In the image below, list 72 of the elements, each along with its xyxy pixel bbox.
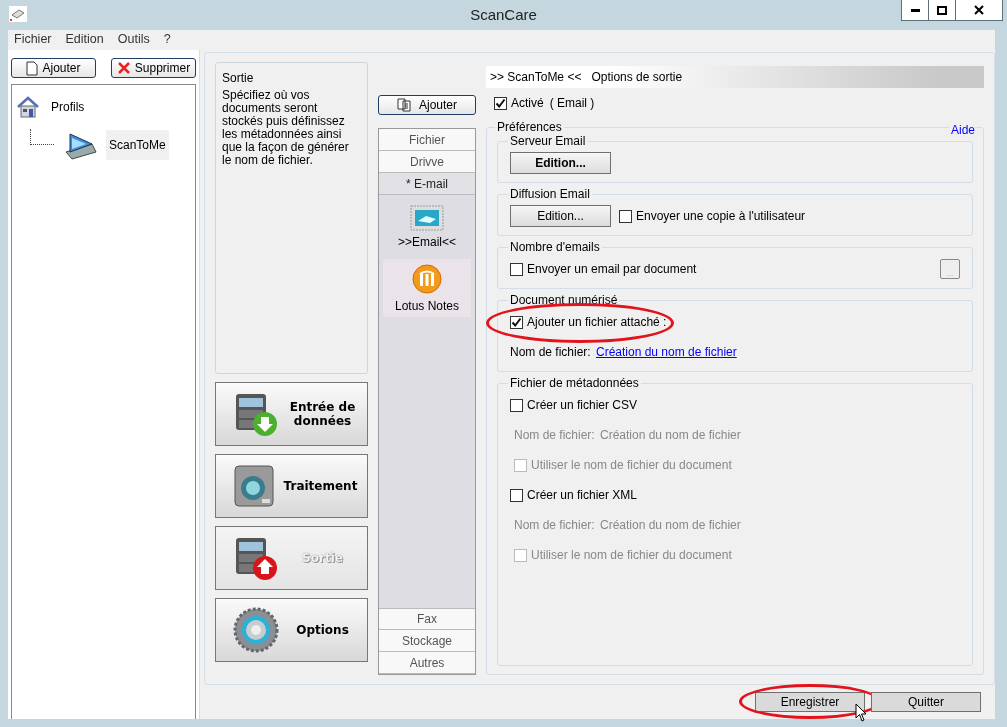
description-title: Sortie	[222, 71, 255, 85]
tab[interactable]: * E-mail	[379, 173, 475, 195]
checkbox-text: Créer un fichier XML	[527, 488, 638, 502]
group-title: Serveur Email	[509, 134, 587, 148]
file-name-value: Création du nom de fichier	[600, 428, 741, 442]
plugin-item[interactable]: Lotus Notes	[383, 259, 471, 317]
header-title: Options de sortie	[591, 70, 683, 84]
checkbox[interactable]	[619, 209, 632, 223]
tree-item[interactable]: ScanToMe	[106, 130, 169, 160]
house-icon	[16, 95, 40, 119]
edit-button[interactable]: Edition...	[510, 205, 611, 227]
tab[interactable]: Fax	[379, 608, 475, 630]
checkbox[interactable]	[510, 262, 523, 276]
checkbox-text: Ajouter un fichier attaché :	[527, 315, 667, 329]
stamp-icon	[410, 205, 444, 231]
maximize-icon	[937, 5, 947, 15]
file-name-label: Nom de fichier:	[514, 428, 596, 442]
group-title: Fichier de métadonnées	[509, 376, 640, 390]
group-title: Diffusion Email	[509, 187, 591, 201]
checkbox-text: Activé	[511, 96, 544, 110]
step-button[interactable]: Entrée de données	[215, 382, 368, 446]
checkbox[interactable]	[510, 488, 523, 502]
checkbox[interactable]	[510, 398, 523, 412]
maximize-button[interactable]	[928, 0, 956, 21]
saw-blade-icon	[232, 606, 280, 654]
checkbox[interactable]	[510, 315, 523, 329]
group-title: Préférences	[496, 120, 563, 134]
add-button[interactable]: Ajouter	[378, 95, 476, 115]
document-icon	[26, 60, 39, 76]
close-icon	[116, 61, 131, 75]
plugin-item[interactable]: >>Email<<	[383, 201, 471, 253]
output-type-label: ( Email )	[549, 96, 595, 110]
checkbox-text: Envoyer une copie à l'utilisateur	[636, 209, 806, 223]
tree-item[interactable]: Profils	[48, 92, 88, 122]
tab[interactable]: Drivve	[379, 151, 475, 173]
window-title: ScanCare	[470, 6, 537, 23]
app-icon	[9, 6, 27, 22]
checkbox-text: Envoyer un email par document	[527, 262, 697, 276]
checkbox-text: Créer un fichier CSV	[527, 398, 638, 412]
edit-button[interactable]: Edition...	[510, 152, 611, 174]
help-link[interactable]: Aide	[948, 123, 975, 137]
lotus-icon	[411, 263, 443, 295]
tab[interactable]: Stockage	[379, 630, 475, 652]
description-text: Spécifiez où vos documents seront stockés puis définissez les métadonnées ainsi que la façon de générer le nom de fichier.	[222, 89, 350, 167]
checkbox-text: Utiliser le nom de fichier du document	[531, 548, 732, 562]
close-button[interactable]	[955, 0, 1003, 21]
minimize-button[interactable]	[901, 0, 929, 21]
scanner-icon	[62, 130, 98, 160]
add-button[interactable]: Ajouter	[11, 58, 96, 78]
minimize-icon	[910, 8, 920, 12]
file-name-label: Nom de fichier:	[514, 518, 596, 532]
close-icon	[974, 5, 984, 15]
file-name-value: Création du nom de fichier	[600, 518, 741, 532]
tab[interactable]: Autres	[379, 652, 475, 674]
menu-item[interactable]: ?	[163, 32, 171, 48]
menu-item[interactable]: Outils	[117, 32, 150, 48]
drum-machine-icon	[232, 463, 276, 509]
checkbox[interactable]	[494, 96, 507, 110]
quit-button[interactable]: Quitter	[871, 692, 981, 712]
tab[interactable]: Fichier	[379, 129, 475, 151]
file-name-link[interactable]: Création du nom de fichier	[596, 345, 737, 359]
delete-button[interactable]: Supprimer	[111, 58, 196, 78]
save-button[interactable]: Enregistrer	[755, 692, 865, 712]
group-title: Nombre d'emails	[509, 240, 601, 254]
step-button[interactable]: Options	[215, 598, 368, 662]
step-button[interactable]: Traitement	[215, 454, 368, 518]
group-title: Document numérisé	[509, 293, 619, 307]
file-name-label: Nom de fichier:	[510, 345, 592, 359]
profile-name: >> ScanToMe <<	[490, 70, 582, 84]
menu-item[interactable]: Fichier	[14, 32, 52, 48]
checkbox-text: Utiliser le nom de fichier du document	[531, 458, 732, 472]
menu-item[interactable]: Edition	[65, 32, 104, 48]
